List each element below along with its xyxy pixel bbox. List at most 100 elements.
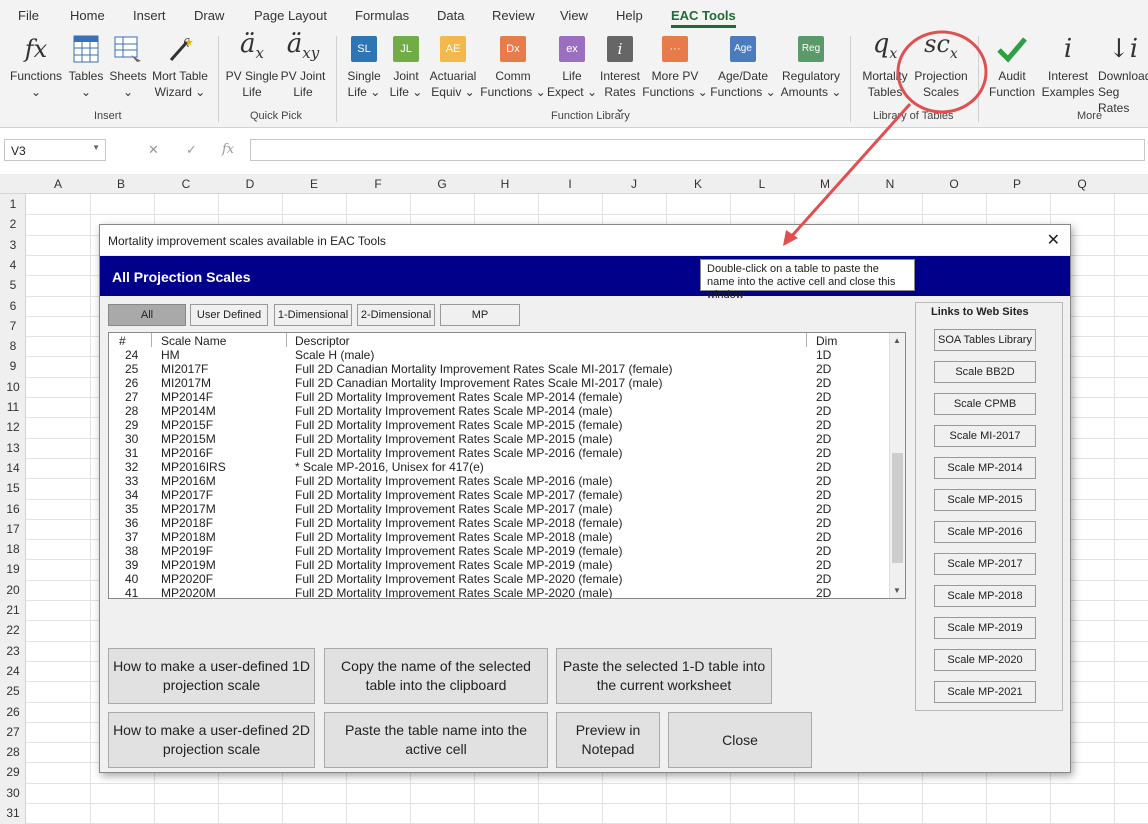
link-button[interactable]: Scale BB2D xyxy=(934,361,1036,383)
list-item[interactable]: 38 MP2019F Full 2D Mortality Improvement R… xyxy=(109,544,891,558)
row-header[interactable]: 3 xyxy=(0,238,26,252)
tab-view[interactable]: View xyxy=(560,8,588,23)
row-header[interactable]: 7 xyxy=(0,319,26,333)
insert-function-icon[interactable]: fx xyxy=(222,142,234,157)
col-q[interactable]: Q xyxy=(1072,177,1092,191)
row-header[interactable]: 8 xyxy=(0,339,26,353)
life-expect-button[interactable]: ex Life Expect ⌄ xyxy=(546,30,598,100)
row-header[interactable]: 5 xyxy=(0,278,26,292)
row-header[interactable]: 10 xyxy=(0,380,26,394)
list-item[interactable]: 34 MP2017F Full 2D Mortality Improvement R… xyxy=(109,488,891,502)
row-header[interactable]: 20 xyxy=(0,583,26,597)
tab-file[interactable]: File xyxy=(18,8,39,23)
list-item[interactable]: 31 MP2016F Full 2D Mortality Improvement R… xyxy=(109,446,891,460)
col-b[interactable]: B xyxy=(111,177,131,191)
list-item[interactable]: 25 MI2017F Full 2D Canadian Mortality Impr… xyxy=(109,362,891,376)
list-item[interactable]: 36 MP2018F Full 2D Mortality Improvement R… xyxy=(109,516,891,530)
scroll-down-icon[interactable]: ▼ xyxy=(893,586,901,595)
tab-insert[interactable]: Insert xyxy=(133,8,166,23)
col-g[interactable]: G xyxy=(432,177,452,191)
sheets-button[interactable]: Sheets ⌄ xyxy=(108,30,148,100)
tables-button[interactable]: Tables ⌄ xyxy=(68,30,104,100)
row-header[interactable]: 28 xyxy=(0,745,26,759)
link-button[interactable]: Scale MP-2016 xyxy=(934,521,1036,543)
row-header[interactable]: 18 xyxy=(0,542,26,556)
col-o[interactable]: O xyxy=(944,177,964,191)
projection-scales-button[interactable]: scx Projection Scales xyxy=(912,30,970,100)
functions-button[interactable]: fx Functions ⌄ xyxy=(6,30,66,100)
tab-page-layout[interactable]: Page Layout xyxy=(254,8,327,23)
age-date-functions-button[interactable]: Age Age/Date Functions ⌄ xyxy=(710,30,776,100)
col-e[interactable]: E xyxy=(304,177,324,191)
list-item[interactable]: 26 MI2017M Full 2D Canadian Mortality Impr… xyxy=(109,376,891,390)
list-item[interactable]: 27 MP2014F Full 2D Mortality Improvement R… xyxy=(109,390,891,404)
row-header[interactable]: 2 xyxy=(0,217,26,231)
scales-listbox[interactable]: # Scale Name Descriptor Dim 24 HM Scale H … xyxy=(108,332,906,599)
link-button[interactable]: Scale MP-2019 xyxy=(934,617,1036,639)
paste-1d-table-button[interactable]: Paste the selected 1-D table into the cu… xyxy=(556,648,772,704)
row-header[interactable]: 9 xyxy=(0,359,26,373)
list-item[interactable]: 30 MP2015M Full 2D Mortality Improvement R… xyxy=(109,432,891,446)
row-header[interactable]: 31 xyxy=(0,806,26,820)
list-item[interactable]: 28 MP2014M Full 2D Mortality Improvement R… xyxy=(109,404,891,418)
col-a[interactable]: A xyxy=(48,177,68,191)
col-j[interactable]: J xyxy=(624,177,644,191)
col-i[interactable]: I xyxy=(560,177,580,191)
list-item[interactable]: 35 MP2017M Full 2D Mortality Improvement R… xyxy=(109,502,891,516)
more-pv-functions-button[interactable]: ··· More PV Functions ⌄ xyxy=(642,30,708,100)
row-header[interactable]: 30 xyxy=(0,786,26,800)
chevron-down-icon[interactable]: ▼ xyxy=(92,143,100,152)
download-seg-rates-button[interactable]: ↓i Download Seg Rates xyxy=(1096,30,1148,116)
row-header[interactable]: 1 xyxy=(0,197,26,211)
header-scale-name[interactable]: Scale Name xyxy=(161,334,226,348)
col-l[interactable]: L xyxy=(752,177,772,191)
interest-examples-button[interactable]: i Interest Examples xyxy=(1040,30,1096,100)
list-scrollbar[interactable]: ▲ ▼ xyxy=(889,333,905,598)
tab-home[interactable]: Home xyxy=(70,8,105,23)
list-item[interactable]: 39 MP2019M Full 2D Mortality Improvement R… xyxy=(109,558,891,572)
formula-input[interactable] xyxy=(250,139,1145,161)
mort-table-wizard-button[interactable]: q Mort Table Wizard ⌄ xyxy=(150,30,210,100)
list-item[interactable]: 40 MP2020F Full 2D Mortality Improvement R… xyxy=(109,572,891,586)
row-header[interactable]: 15 xyxy=(0,481,26,495)
row-header[interactable]: 12 xyxy=(0,420,26,434)
row-header[interactable]: 24 xyxy=(0,664,26,678)
single-life-button[interactable]: SL Single Life ⌄ xyxy=(342,30,386,100)
header-dim[interactable]: Dim xyxy=(816,334,837,348)
col-h[interactable]: H xyxy=(495,177,515,191)
actuarial-equiv-button[interactable]: AE Actuarial Equiv ⌄ xyxy=(426,30,480,100)
cancel-icon[interactable]: ✕ xyxy=(148,142,159,158)
scroll-thumb[interactable] xyxy=(892,453,903,563)
tab-data[interactable]: Data xyxy=(437,8,464,23)
filter-all-button[interactable]: All xyxy=(108,304,186,326)
tab-review[interactable]: Review xyxy=(492,8,535,23)
copy-name-button[interactable]: Copy the name of the selected table into… xyxy=(324,648,548,704)
row-header[interactable]: 17 xyxy=(0,522,26,536)
howto-2d-button[interactable]: How to make a user-defined 2D projection… xyxy=(108,712,315,768)
close-button[interactable]: Close xyxy=(668,712,812,768)
tab-draw[interactable]: Draw xyxy=(194,8,224,23)
row-header[interactable]: 11 xyxy=(0,400,26,414)
joint-life-button[interactable]: JL Joint Life ⌄ xyxy=(388,30,424,100)
tab-help[interactable]: Help xyxy=(616,8,643,23)
col-p[interactable]: P xyxy=(1007,177,1027,191)
col-n[interactable]: N xyxy=(880,177,900,191)
regulatory-amounts-button[interactable]: Reg Regulatory Amounts ⌄ xyxy=(778,30,844,100)
tab-eac-tools[interactable]: EAC Tools xyxy=(671,8,736,28)
enter-check-icon[interactable]: ✓ xyxy=(186,142,197,158)
list-item[interactable]: 24 HM Scale H (male) 1D xyxy=(109,348,891,362)
row-header[interactable]: 19 xyxy=(0,562,26,576)
mortality-tables-button[interactable]: qx Mortality Tables xyxy=(858,30,912,100)
name-box[interactable]: V3 ▼ xyxy=(4,139,106,161)
filter-2d-button[interactable]: 2-Dimensional xyxy=(357,304,435,326)
row-header[interactable]: 21 xyxy=(0,603,26,617)
list-item[interactable]: 29 MP2015F Full 2D Mortality Improvement R… xyxy=(109,418,891,432)
row-header[interactable]: 14 xyxy=(0,461,26,475)
interest-rates-button[interactable]: i Interest Rates ⌄ xyxy=(598,30,642,116)
comm-functions-button[interactable]: Dx Comm Functions ⌄ xyxy=(480,30,546,100)
link-button[interactable]: Scale CPMB xyxy=(934,393,1036,415)
audit-function-button[interactable]: Audit Function xyxy=(984,30,1040,100)
link-button[interactable]: Scale MP-2014 xyxy=(934,457,1036,479)
filter-mp-button[interactable]: MP xyxy=(440,304,520,326)
close-icon[interactable]: ✕ xyxy=(1047,230,1060,250)
